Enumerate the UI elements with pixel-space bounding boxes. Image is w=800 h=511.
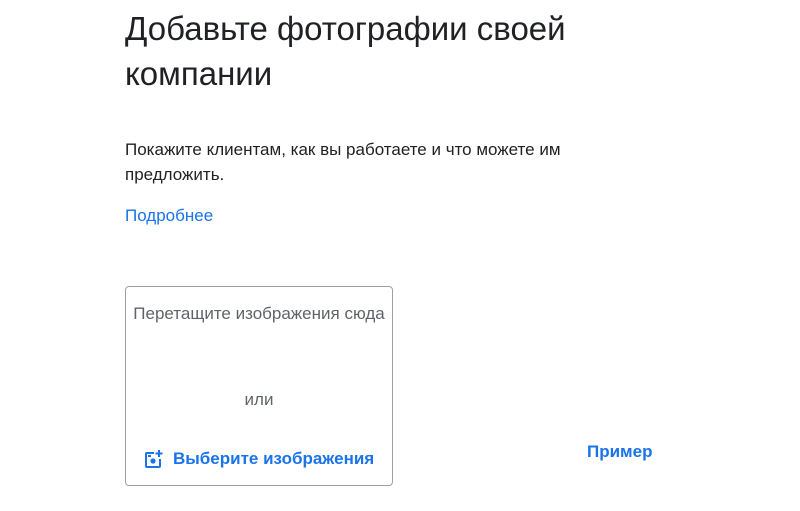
- or-separator: или: [244, 390, 274, 409]
- learn-more-link[interactable]: Подробнее: [125, 204, 213, 228]
- example-link[interactable]: Пример: [587, 440, 652, 464]
- choose-images-label: Выберите изображения: [173, 449, 375, 468]
- page-description: Покажите клиентам, как вы работаете и чт…: [125, 140, 561, 184]
- add-photo-icon: [143, 449, 163, 469]
- choose-images-button[interactable]: Выберите изображения: [143, 446, 374, 472]
- image-dropzone[interactable]: Перетащите изображения сюда или Выберите…: [125, 286, 393, 486]
- drag-instruction: Перетащите изображения сюда: [133, 304, 385, 323]
- page-title: Добавьте фотографии своей компании: [125, 10, 566, 92]
- add-photos-page: Добавьте фотографии своей компании Покаж…: [0, 0, 800, 511]
